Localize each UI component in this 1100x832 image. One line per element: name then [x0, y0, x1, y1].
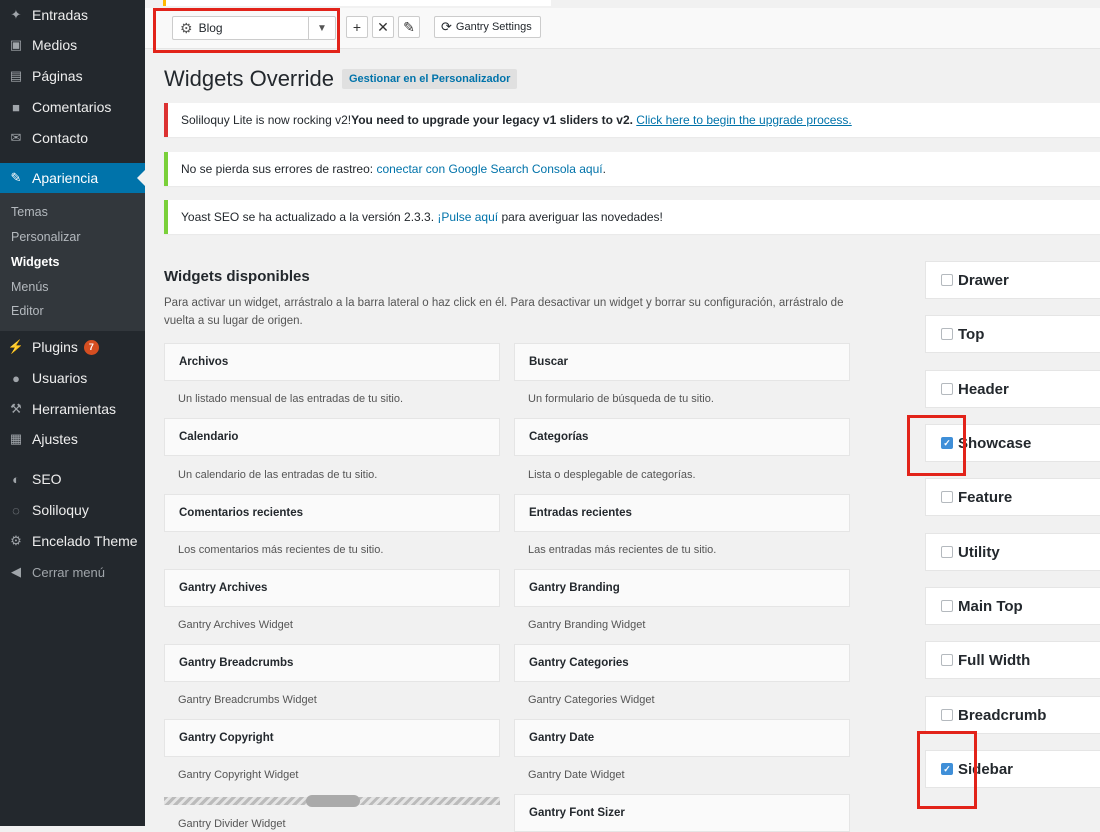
plugins-update-badge: 7: [83, 339, 99, 355]
notice-yoast: Yoast SEO se ha actualizado a la versión…: [164, 200, 1100, 234]
area-checkbox[interactable]: [941, 600, 953, 612]
highlight-box-showcase: [907, 415, 966, 476]
widget-desc: Un calendario de las entradas de tu siti…: [178, 469, 378, 481]
sidebar-item-paginas[interactable]: ▤ Páginas: [0, 61, 145, 91]
widget-gantry-archives[interactable]: Gantry Archives: [164, 569, 500, 607]
sidebar-item-medios[interactable]: ▣ Medios: [0, 30, 145, 60]
area-feature[interactable]: Feature: [925, 478, 1100, 516]
widget-desc: Un formulario de búsqueda de tu sitio.: [528, 393, 714, 405]
edit-override-button[interactable]: ✎: [398, 16, 420, 38]
widget-desc: Gantry Branding Widget: [528, 619, 646, 631]
area-full-width[interactable]: Full Width: [925, 641, 1100, 679]
widget-gantry-date[interactable]: Gantry Date: [514, 719, 850, 757]
area-checkbox[interactable]: [941, 383, 953, 395]
widget-desc: Un listado mensual de las entradas de tu…: [178, 393, 404, 405]
widget-archivos[interactable]: Archivos: [164, 343, 500, 381]
widget-comentarios-recientes[interactable]: Comentarios recientes: [164, 494, 500, 532]
area-checkbox[interactable]: [941, 654, 953, 666]
sidebar-item-encelado-theme[interactable]: ⚙ Encelado Theme: [0, 526, 145, 556]
sidebar-item-entradas[interactable]: ✦ Entradas: [0, 0, 145, 30]
add-override-button[interactable]: +: [346, 16, 368, 38]
area-checkbox[interactable]: [941, 328, 953, 340]
widget-gantry-font-sizer[interactable]: Gantry Font Sizer: [514, 794, 850, 832]
widget-gantry-categories[interactable]: Gantry Categories: [514, 644, 850, 682]
settings-icon: ▦: [9, 431, 23, 446]
submenu-item-widgets[interactable]: Widgets: [11, 255, 60, 269]
user-icon: ●: [12, 370, 20, 386]
widget-desc: Los comentarios más recientes de tu siti…: [178, 544, 384, 556]
refresh-icon: ⟳: [441, 19, 452, 34]
widget-calendario[interactable]: Calendario: [164, 418, 500, 456]
available-widgets-description: Para activar un widget, arrástralo a la …: [164, 297, 844, 327]
area-breadcrumb[interactable]: Breadcrumb: [925, 696, 1100, 734]
sidebar-item-usuarios[interactable]: ● Usuarios: [0, 363, 145, 393]
submenu-item-editor[interactable]: Editor: [11, 304, 44, 318]
admin-sidebar: ✦ Entradas ▣ Medios ▤ Páginas ■ Comentarios …: [0, 0, 145, 826]
sidebar-item-soliloquy[interactable]: ◌ Soliloquy: [0, 495, 145, 525]
sidebar-item-ajustes[interactable]: ▦ Ajustes: [0, 424, 145, 454]
area-utility[interactable]: Utility: [925, 533, 1100, 571]
widget-gantry-copyright[interactable]: Gantry Copyright: [164, 719, 500, 757]
sidebar-item-herramientas[interactable]: ⚒ Herramientas: [0, 394, 145, 424]
widget-desc: Gantry Breadcrumbs Widget: [178, 694, 317, 706]
sidebar-item-comentarios[interactable]: ■ Comentarios: [0, 92, 145, 122]
widget-desc: Gantry Date Widget: [528, 769, 625, 781]
widget-buscar[interactable]: Buscar: [514, 343, 850, 381]
yoast-news-link[interactable]: ¡Pulse aquí: [437, 210, 498, 224]
area-main-top[interactable]: Main Top: [925, 587, 1100, 625]
submenu-item-personalizar[interactable]: Personalizar: [11, 230, 80, 244]
widget-gantry-breadcrumbs[interactable]: Gantry Breadcrumbs: [164, 644, 500, 682]
seo-icon: ◐: [12, 471, 20, 487]
comment-icon: ■: [12, 99, 20, 115]
pin-icon: ✦: [10, 7, 22, 22]
collapse-icon: ◀: [11, 564, 21, 579]
soliloquy-icon: ◌: [12, 502, 20, 518]
widget-desc: Gantry Archives Widget: [178, 619, 293, 631]
widget-desc: Gantry Categories Widget: [528, 694, 655, 706]
search-console-link[interactable]: conectar con Google Search Consola aquí: [376, 162, 602, 176]
notice-soliloquy: Soliloquy Lite is now rocking v2! You ne…: [164, 103, 1100, 137]
page-title: Widgets Override: [164, 66, 334, 91]
widget-desc: Las entradas más recientes de tu sitio.: [528, 544, 717, 556]
available-widgets-title: Widgets disponibles: [164, 268, 310, 285]
sidebar-item-plugins[interactable]: ⚡ Plugins 7: [0, 332, 145, 362]
plugin-icon: ⚡: [7, 339, 25, 354]
sidebar-collapse-menu[interactable]: ◀ Cerrar menú: [0, 557, 145, 587]
area-drawer[interactable]: Drawer: [925, 261, 1100, 299]
area-checkbox[interactable]: [941, 709, 953, 721]
mail-icon: ✉: [10, 130, 22, 145]
highlight-box-sidebar: [917, 731, 977, 809]
gantry-settings-button[interactable]: ⟳ Gantry Settings: [434, 16, 541, 38]
top-notice-strip: [163, 0, 551, 6]
sidebar-item-contacto[interactable]: ✉ Contacto: [0, 123, 145, 153]
widget-desc: Gantry Divider Widget: [178, 818, 286, 830]
submenu-item-temas[interactable]: Temas: [11, 205, 48, 219]
highlight-box-select: [153, 8, 340, 53]
widget-gantry-branding[interactable]: Gantry Branding: [514, 569, 850, 607]
sidebar-item-apariencia[interactable]: ✎ Apariencia: [0, 163, 145, 193]
notice-search-console: No se pierda sus errores de rastreo: con…: [164, 152, 1100, 186]
widget-desc: Lista o desplegable de categorías.: [528, 469, 696, 481]
widget-entradas-recientes[interactable]: Entradas recientes: [514, 494, 850, 532]
delete-override-button[interactable]: ✕: [372, 16, 394, 38]
area-top[interactable]: Top: [925, 315, 1100, 353]
sidebar-item-seo[interactable]: ◐ SEO: [0, 464, 145, 494]
area-checkbox[interactable]: [941, 491, 953, 503]
wrench-icon: ⚒: [10, 401, 22, 416]
brush-icon: ✎: [10, 170, 22, 185]
area-checkbox[interactable]: [941, 274, 953, 286]
soliloquy-upgrade-link[interactable]: Click here to begin the upgrade process.: [636, 113, 851, 127]
submenu-apariencia: Temas Personalizar Widgets Menús Editor: [0, 193, 145, 331]
active-arrow: [137, 170, 145, 186]
pages-icon: ▤: [9, 68, 23, 83]
widget-desc: Gantry Copyright Widget: [178, 769, 299, 781]
area-header[interactable]: Header: [925, 370, 1100, 408]
area-checkbox[interactable]: [941, 546, 953, 558]
drag-handle[interactable]: [306, 795, 360, 807]
manage-customizer-button[interactable]: Gestionar en el Personalizador: [342, 69, 518, 89]
media-icon: ▣: [9, 37, 23, 52]
gear-icon: ⚙: [10, 533, 22, 548]
submenu-item-menus[interactable]: Menús: [11, 280, 49, 294]
widget-categorias[interactable]: Categorías: [514, 418, 850, 456]
